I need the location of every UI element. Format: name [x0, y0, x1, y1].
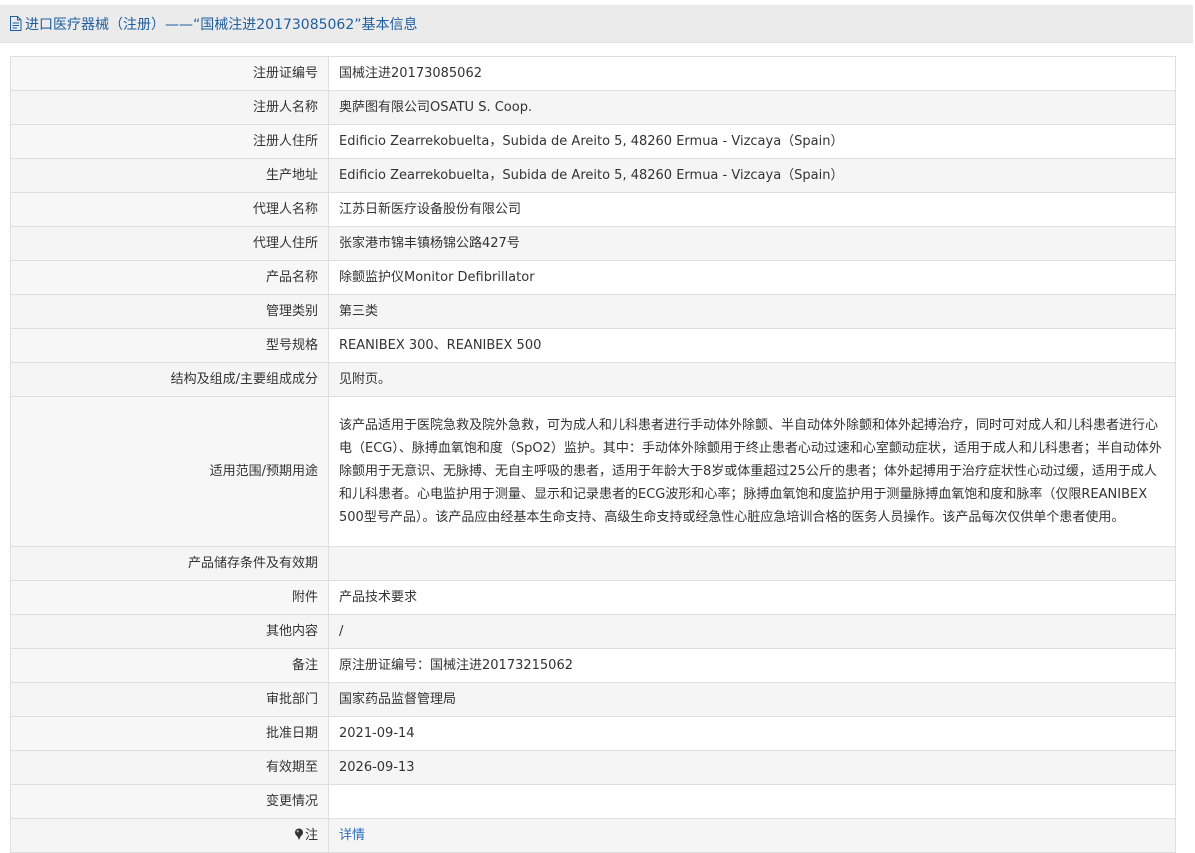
note-value-cell: 详情: [328, 818, 1176, 853]
details-link[interactable]: 详情: [339, 828, 365, 843]
row-label: 备注: [10, 648, 329, 683]
row-value: 国家药品监督管理局: [328, 682, 1176, 717]
row-label: 适用范围/预期用途: [10, 396, 329, 547]
row-label: 批准日期: [10, 716, 329, 751]
row-value: Edificio Zearrekobuelta，Subida de Areito…: [328, 124, 1176, 159]
table-row: 注册人住所 Edificio Zearrekobuelta，Subida de …: [10, 124, 1176, 159]
row-label: 变更情况: [10, 784, 329, 819]
table-row: 产品储存条件及有效期: [10, 546, 1176, 581]
table-row: 审批部门 国家药品监督管理局: [10, 682, 1176, 717]
table-row: 生产地址 Edificio Zearrekobuelta，Subida de A…: [10, 158, 1176, 193]
table-row: 管理类别 第三类: [10, 294, 1176, 329]
note-row: 注 详情: [10, 818, 1176, 853]
table-row: 附件 产品技术要求: [10, 580, 1176, 615]
table-row: 变更情况: [10, 784, 1176, 819]
table-row: 产品名称 除颤监护仪Monitor Defibrillator: [10, 260, 1176, 295]
row-value: 奥萨图有限公司OSATU S. Coop.: [328, 90, 1176, 125]
row-value: 除颤监护仪Monitor Defibrillator: [328, 260, 1176, 295]
note-label-cell: 注: [10, 818, 329, 853]
row-value: 第三类: [328, 294, 1176, 329]
row-value: 江苏日新医疗设备股份有限公司: [328, 192, 1176, 227]
row-label: 有效期至: [10, 750, 329, 785]
row-label: 审批部门: [10, 682, 329, 717]
pin-icon: [294, 828, 303, 840]
table-row: 备注 原注册证编号：国械注进20173215062: [10, 648, 1176, 683]
row-label: 结构及组成/主要组成成分: [10, 362, 329, 397]
info-table-wrapper: 注册证编号 国械注进20173085062 注册人名称 奥萨图有限公司OSATU…: [10, 56, 1176, 853]
table-row: 批准日期 2021-09-14: [10, 716, 1176, 751]
row-value: /: [328, 614, 1176, 649]
table-row: 有效期至 2026-09-13: [10, 750, 1176, 785]
table-row: 注册证编号 国械注进20173085062: [10, 56, 1176, 91]
row-value: [328, 784, 1176, 819]
row-label: 注册证编号: [10, 56, 329, 91]
row-label: 型号规格: [10, 328, 329, 363]
table-row: 型号规格 REANIBEX 300、REANIBEX 500: [10, 328, 1176, 363]
row-value: 原注册证编号：国械注进20173215062: [328, 648, 1176, 683]
row-value: Edificio Zearrekobuelta，Subida de Areito…: [328, 158, 1176, 193]
row-label: 代理人住所: [10, 226, 329, 261]
row-value: 产品技术要求: [328, 580, 1176, 615]
row-value: 张家港市锦丰镇杨锦公路427号: [328, 226, 1176, 261]
table-row: 代理人名称 江苏日新医疗设备股份有限公司: [10, 192, 1176, 227]
table-row: 代理人住所 张家港市锦丰镇杨锦公路427号: [10, 226, 1176, 261]
note-label: 注: [304, 828, 318, 843]
row-label: 生产地址: [10, 158, 329, 193]
info-table: 注册证编号 国械注进20173085062 注册人名称 奥萨图有限公司OSATU…: [10, 56, 1176, 853]
row-value: [328, 546, 1176, 581]
row-label: 代理人名称: [10, 192, 329, 227]
row-label: 产品储存条件及有效期: [10, 546, 329, 581]
table-row: 注册人名称 奥萨图有限公司OSATU S. Coop.: [10, 90, 1176, 125]
page-title: 进口医疗器械（注册）——“国械注进20173085062”基本信息: [25, 16, 418, 33]
row-value: 该产品适用于医院急救及院外急救，可为成人和儿科患者进行手动体外除颤、半自动体外除…: [328, 396, 1176, 547]
row-value: REANIBEX 300、REANIBEX 500: [328, 328, 1176, 363]
row-label: 其他内容: [10, 614, 329, 649]
table-row: 结构及组成/主要组成成分 见附页。: [10, 362, 1176, 397]
row-label: 注册人名称: [10, 90, 329, 125]
table-row: 其他内容 /: [10, 614, 1176, 649]
page-header: 进口医疗器械（注册）——“国械注进20173085062”基本信息: [0, 5, 1193, 43]
row-value: 2021-09-14: [328, 716, 1176, 751]
row-label: 注册人住所: [10, 124, 329, 159]
row-value: 2026-09-13: [328, 750, 1176, 785]
document-icon: [10, 16, 22, 31]
row-label: 产品名称: [10, 260, 329, 295]
row-label: 附件: [10, 580, 329, 615]
table-row: 适用范围/预期用途 该产品适用于医院急救及院外急救，可为成人和儿科患者进行手动体…: [10, 396, 1176, 547]
row-value: 国械注进20173085062: [328, 56, 1176, 91]
row-label: 管理类别: [10, 294, 329, 329]
row-value: 见附页。: [328, 362, 1176, 397]
